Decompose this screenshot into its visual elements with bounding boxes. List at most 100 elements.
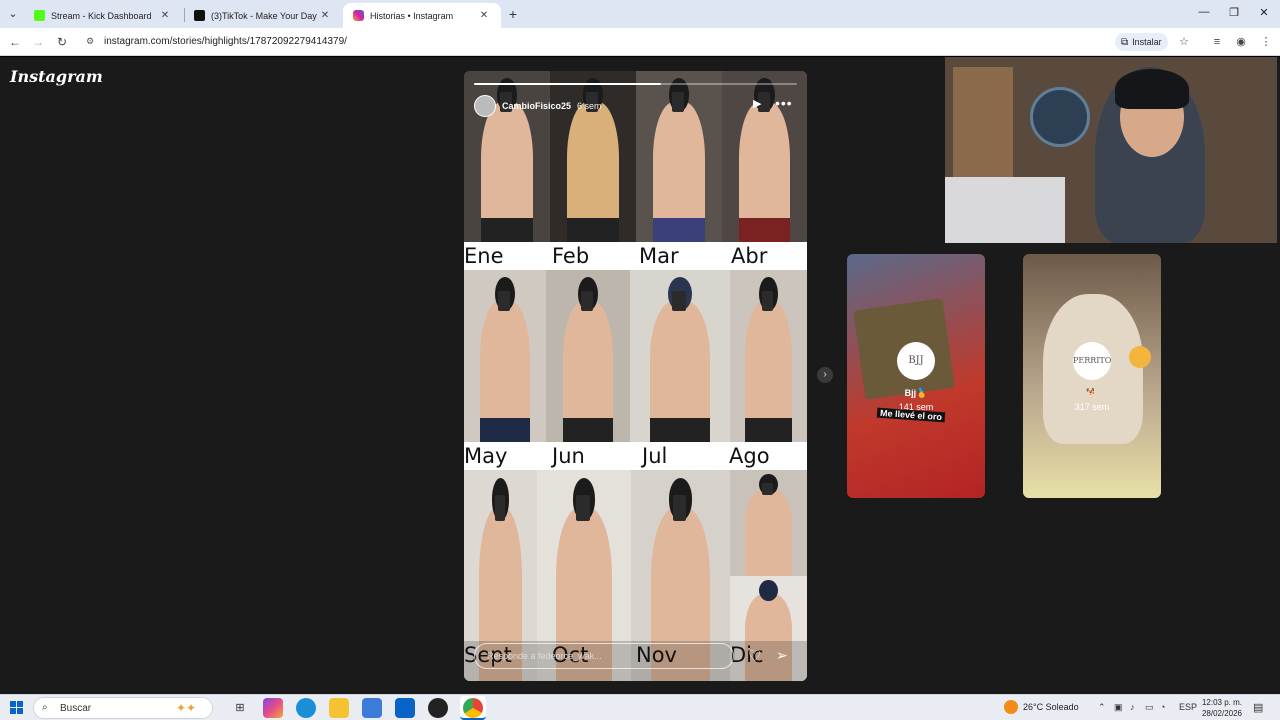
close-tab-icon[interactable]: ✕ — [318, 10, 332, 21]
microphone-icon[interactable]: ♪ — [1130, 702, 1135, 712]
send-icon[interactable]: ➢ — [776, 647, 788, 664]
more-options-icon[interactable]: ••• — [775, 95, 792, 111]
progress-photo — [730, 270, 807, 442]
bookmark-star-icon[interactable]: ☆ — [1176, 34, 1192, 50]
install-label: Instalar — [1132, 37, 1162, 47]
webcam-overlay — [945, 57, 1277, 243]
obs-icon[interactable] — [428, 698, 448, 718]
bed-image — [945, 177, 1065, 243]
instagram-page: Instagram Ene Feb Mar Abr May Jun Jul Ag… — [0, 57, 1280, 694]
tab-title: Historias • Instagram — [370, 10, 454, 21]
month-label: Feb — [552, 244, 590, 268]
reload-icon[interactable]: ↻ — [53, 33, 71, 51]
kick-icon — [34, 10, 45, 21]
avatar[interactable] — [474, 95, 496, 117]
month-label: Jun — [552, 444, 585, 468]
story-header: CambioFisico25 6 sem — [474, 95, 602, 117]
language-indicator[interactable]: ESP — [1179, 702, 1197, 712]
hair-image — [1115, 69, 1189, 109]
task-view-icon[interactable]: ⊞ — [230, 698, 250, 718]
tab-title: Stream - Kick Dashboard — [51, 10, 152, 21]
instagram-logo[interactable]: Instagram — [10, 67, 103, 86]
store-icon[interactable] — [362, 698, 382, 718]
tray-app-icon[interactable]: ▣ — [1114, 702, 1123, 713]
file-explorer-icon[interactable] — [329, 698, 349, 718]
fan-image — [1030, 87, 1090, 147]
close-window-icon[interactable]: ✕ — [1256, 6, 1272, 19]
menu-kebab-icon[interactable]: ⋮ — [1258, 34, 1274, 50]
copilot-icon[interactable] — [263, 698, 283, 718]
edge-icon[interactable] — [296, 698, 316, 718]
story-viewer[interactable]: Ene Feb Mar Abr May Jun Jul Ago Sept Oct… — [464, 71, 807, 681]
weather-text[interactable]: 26°C Soleado — [1023, 702, 1079, 712]
site-info-icon[interactable]: ⚙ — [86, 36, 94, 47]
month-label: Ago — [729, 444, 770, 468]
progress-photo — [546, 270, 630, 442]
highlight-title: 🐕 — [1086, 388, 1098, 398]
progress-photo — [630, 270, 730, 442]
story-username[interactable]: CambioFisico25 — [502, 101, 571, 111]
network-icon[interactable]: ▭ — [1145, 702, 1154, 713]
taskbar: ⌕ Buscar ✦✦ ⊞ 26°C Soleado ⌃ ▣ ♪ ▭ ◔ ESP… — [0, 694, 1280, 720]
mail-icon[interactable] — [395, 698, 415, 718]
progress-photo — [464, 270, 546, 442]
month-labels-row-1: Ene Feb Mar Abr — [464, 242, 807, 270]
forward-icon[interactable]: → — [29, 33, 47, 51]
next-story-chevron-icon[interactable]: › — [817, 367, 833, 383]
tab-instagram[interactable]: Historias • Instagram ✕ — [343, 3, 501, 28]
tab-tiktok[interactable]: (3)TikTok - Make Your Day ✕ — [184, 3, 342, 28]
tray-chevron-icon[interactable]: ⌃ — [1098, 702, 1106, 713]
clock-date: 28/02/2026 — [1201, 709, 1242, 718]
minimize-icon[interactable]: — — [1196, 6, 1212, 18]
instagram-icon — [353, 10, 364, 21]
address-bar[interactable]: ⚙ instagram.com/stories/highlights/17872… — [80, 31, 1110, 53]
copilot-sparkle-icon: ✦✦ — [176, 701, 197, 715]
month-label: Abr — [731, 244, 768, 268]
highlight-avatar: PERRITO — [1073, 342, 1111, 380]
story-progress-bar — [474, 83, 797, 85]
back-icon[interactable]: ← — [6, 33, 24, 51]
month-label: Jul — [642, 444, 668, 468]
photo-row-2 — [464, 270, 807, 442]
install-button[interactable]: ⧉ Instalar — [1115, 33, 1168, 51]
tab-strip: ⌄ Stream - Kick Dashboard ✕ (3)TikTok - … — [0, 0, 1280, 28]
close-tab-icon[interactable]: ✕ — [158, 10, 172, 21]
tab-search-chevron-icon[interactable]: ⌄ — [4, 5, 22, 23]
windows-start-icon[interactable] — [10, 701, 23, 714]
chrome-icon[interactable] — [463, 698, 483, 718]
month-label: Mar — [639, 244, 679, 268]
heart-icon[interactable]: ♡ — [748, 647, 761, 665]
search-label: Buscar — [60, 703, 92, 714]
close-tab-icon[interactable]: ✕ — [477, 10, 491, 21]
notification-icon[interactable]: ▤ — [1253, 701, 1263, 714]
highlight-card-bjj[interactable]: BJJ Bjj🥇 141 sem Me llevé el oro — [847, 254, 985, 498]
story-progress-fill — [474, 83, 662, 85]
profile-icon[interactable]: ◉ — [1233, 34, 1249, 50]
month-labels-row-2: May Jun Jul Ago — [464, 442, 807, 470]
restore-icon[interactable]: ❐ — [1226, 6, 1242, 19]
month-label: Ene — [464, 244, 504, 268]
highlight-card-perrito[interactable]: PERRITO 🐕 317 sem — [1023, 254, 1161, 498]
clock[interactable]: 12:03 p. m. 28/02/2026 — [1196, 697, 1242, 719]
play-icon[interactable]: ▶ — [753, 97, 767, 111]
search-icon: ⌕ — [42, 702, 48, 713]
tiktok-icon — [194, 10, 205, 21]
toolbar: ← → ↻ ⚙ instagram.com/stories/highlights… — [0, 28, 1280, 56]
tab-kick[interactable]: Stream - Kick Dashboard ✕ — [24, 3, 182, 28]
url-text: instagram.com/stories/highlights/1787209… — [104, 36, 347, 47]
clock-time: 12:03 p. m. — [1201, 698, 1242, 707]
media-controls-icon[interactable]: ≡ — [1209, 34, 1225, 50]
smiling-hearts-emoji-icon — [1129, 346, 1151, 368]
new-tab-icon[interactable]: + — [505, 6, 521, 22]
sun-weather-icon[interactable] — [1004, 700, 1018, 714]
tab-title: (3)TikTok - Make Your Day — [211, 10, 317, 21]
month-label: May — [464, 444, 508, 468]
volume-icon[interactable]: ◔ — [1160, 702, 1165, 712]
progress-photo — [636, 71, 722, 242]
highlight-age: 317 sem — [1074, 402, 1110, 412]
taskbar-search[interactable]: ⌕ Buscar ✦✦ — [33, 697, 213, 719]
progress-photo — [730, 470, 807, 576]
install-icon: ⧉ — [1121, 36, 1129, 48]
reply-input[interactable]: Responde a fedeorce_wak... — [474, 643, 734, 669]
highlight-title: Bjj🥇 — [904, 388, 928, 398]
